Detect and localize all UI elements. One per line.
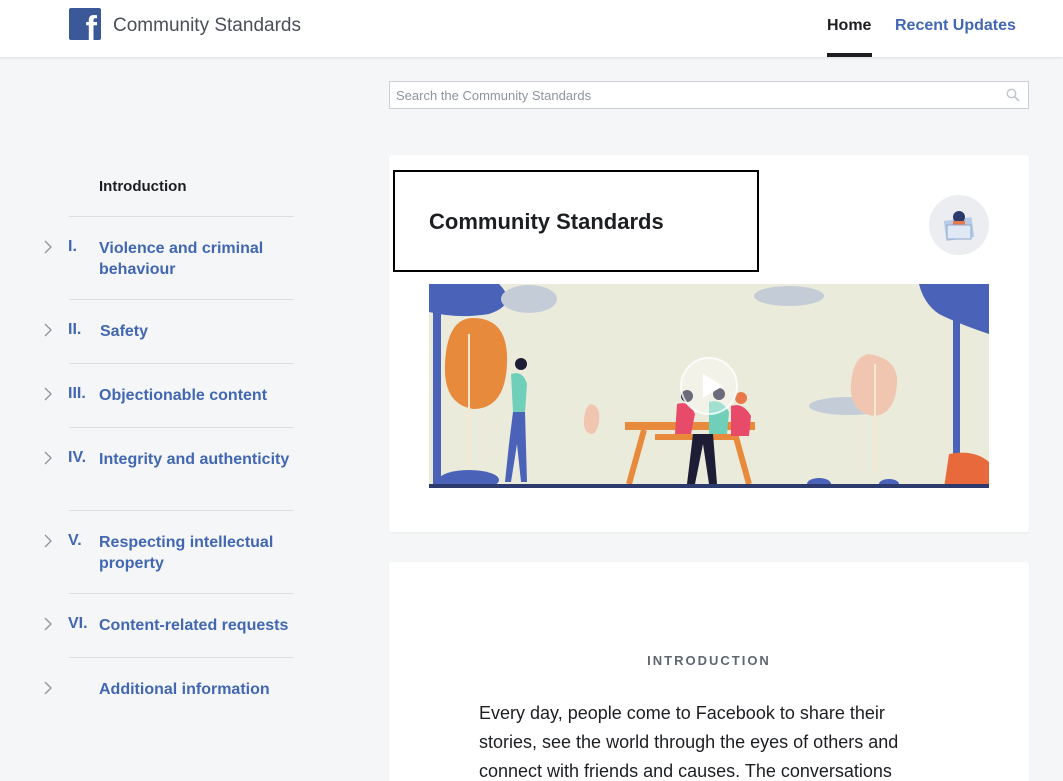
sidebar-item-number: VI. xyxy=(68,615,88,632)
chevron-right-icon xyxy=(44,681,52,695)
sidebar-item-introduction[interactable]: Introduction xyxy=(99,178,186,195)
chevron-right-icon xyxy=(44,617,52,631)
active-tab-indicator xyxy=(827,53,872,57)
hero-card: Community Standards xyxy=(389,155,1029,532)
video-illustration[interactable] xyxy=(429,284,989,488)
sidebar-item-number: V. xyxy=(68,532,82,549)
divider xyxy=(69,363,294,364)
nav-home-link[interactable]: Home xyxy=(827,17,871,35)
chevron-right-icon xyxy=(44,240,52,254)
divider xyxy=(69,299,294,300)
search-input[interactable] xyxy=(390,82,990,108)
site-title[interactable]: Community Standards xyxy=(113,15,301,37)
search-icon[interactable] xyxy=(1006,88,1020,102)
page-title: Community Standards xyxy=(429,209,664,234)
divider xyxy=(69,593,294,594)
title-highlight-box: Community Standards xyxy=(393,170,759,272)
sidebar-item-number: I. xyxy=(68,238,77,255)
search-box xyxy=(389,81,1029,109)
sidebar-item-number: III. xyxy=(68,385,86,402)
sidebar-item-number: IV. xyxy=(68,449,87,466)
chevron-right-icon xyxy=(44,534,52,548)
sidebar-item-label[interactable]: Integrity and authenticity xyxy=(99,449,294,470)
introduction-card: INTRODUCTION Every day, people come to F… xyxy=(389,562,1029,781)
intro-paragraph: Every day, people come to Facebook to sh… xyxy=(479,703,899,781)
chevron-right-icon xyxy=(44,323,52,337)
divider xyxy=(69,216,294,217)
sidebar-item-label[interactable]: Content-related requests xyxy=(99,615,294,636)
top-bar: f Community Standards Home Recent Update… xyxy=(0,0,1063,57)
sidebar-item-label[interactable]: Violence and criminal behaviour xyxy=(99,238,294,280)
reading-avatar-icon xyxy=(929,195,989,255)
nav-recent-updates-link[interactable]: Recent Updates xyxy=(895,17,1016,35)
sidebar-item-label[interactable]: Respecting intellectual property xyxy=(99,532,294,574)
divider xyxy=(69,657,294,658)
section-heading: INTRODUCTION xyxy=(647,653,771,668)
divider xyxy=(69,510,294,511)
sidebar-item-number: II. xyxy=(68,321,82,338)
sidebar-item-label[interactable]: Safety xyxy=(100,321,295,342)
sidebar-item-label[interactable]: Additional information xyxy=(99,679,294,700)
play-icon[interactable] xyxy=(679,356,739,416)
chevron-right-icon xyxy=(44,451,52,465)
chevron-right-icon xyxy=(44,387,52,401)
divider xyxy=(69,427,294,428)
facebook-logo-icon[interactable]: f xyxy=(69,8,101,40)
sidebar-item-label[interactable]: Objectionable content xyxy=(99,385,294,406)
